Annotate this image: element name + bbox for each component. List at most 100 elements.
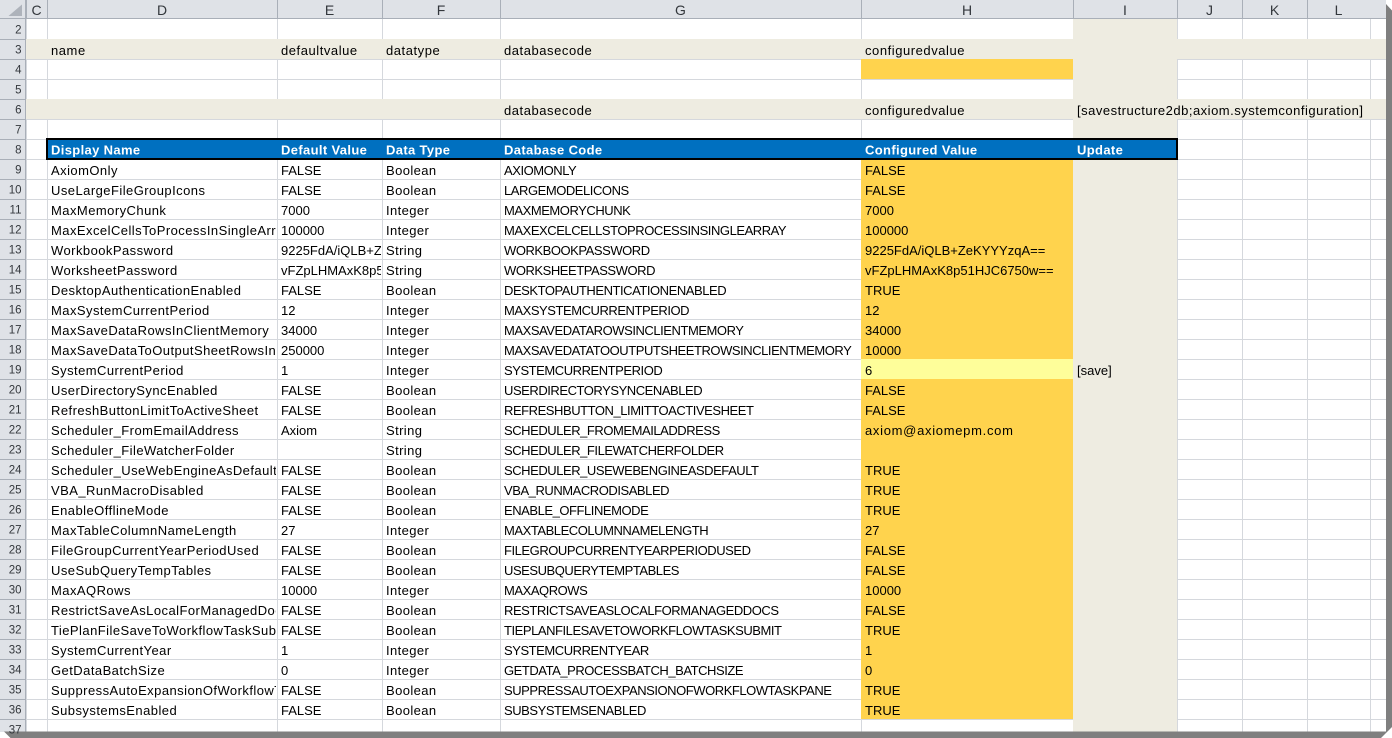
svg-text:Data Type: Data Type [386,142,450,157]
svg-text:String: String [386,263,422,278]
svg-text:FALSE: FALSE [281,483,322,498]
svg-text:UseSubQueryTempTables: UseSubQueryTempTables [51,563,212,578]
svg-text:FALSE: FALSE [865,383,906,398]
svg-text:databasecode: databasecode [504,103,592,118]
svg-text:Boolean: Boolean [386,163,437,178]
svg-text:FALSE: FALSE [281,283,322,298]
svg-text:SystemCurrentYear: SystemCurrentYear [51,643,172,658]
svg-text:configuredvalue: configuredvalue [865,103,965,118]
svg-text:10000: 10000 [865,343,901,358]
svg-text:MAXEXCELCELLSTOPROCESSINSINGLE: MAXEXCELCELLSTOPROCESSINSINGLEARRAY [504,223,787,238]
svg-text:15: 15 [9,285,22,297]
svg-text:Integer: Integer [386,343,430,358]
svg-text:36: 36 [9,705,22,717]
svg-text:16: 16 [9,305,22,317]
svg-text:MaxMemoryChunk: MaxMemoryChunk [51,203,166,218]
svg-text:27: 27 [865,523,879,538]
svg-text:Integer: Integer [386,643,430,658]
svg-text:FALSE: FALSE [281,603,322,618]
svg-text:17: 17 [9,325,22,337]
svg-text:Database Code: Database Code [504,142,602,157]
svg-text:12: 12 [281,303,295,318]
svg-text:SYSTEMCURRENTPERIOD: SYSTEMCURRENTPERIOD [504,363,662,378]
svg-text:Boolean: Boolean [386,383,437,398]
svg-text:Display Name: Display Name [51,142,140,157]
svg-text:FALSE: FALSE [281,623,322,638]
svg-text:5: 5 [15,85,21,97]
svg-text:LARGEMODELICONS: LARGEMODELICONS [504,183,630,198]
svg-text:Scheduler_FileWatcherFolder: Scheduler_FileWatcherFolder [51,443,235,458]
svg-text:FALSE: FALSE [281,563,322,578]
svg-text:String: String [386,243,422,258]
svg-text:MAXSAVEDATATOOUTPUTSHEETROWSIN: MAXSAVEDATATOOUTPUTSHEETROWSINCLIENTMEMO… [504,343,852,358]
svg-text:6: 6 [15,105,21,117]
svg-text:K: K [1270,2,1280,18]
svg-text:SubsystemsEnabled: SubsystemsEnabled [51,703,177,718]
svg-text:TRUE: TRUE [865,623,901,638]
svg-text:MaxSaveDataRowsInClientMemory: MaxSaveDataRowsInClientMemory [51,323,269,338]
svg-text:18: 18 [9,345,22,357]
svg-text:10: 10 [9,185,22,197]
svg-text:26: 26 [9,505,22,517]
svg-text:25: 25 [9,485,22,497]
svg-text:WORKSHEETPASSWORD: WORKSHEETPASSWORD [504,263,655,278]
svg-text:Boolean: Boolean [386,683,437,698]
svg-text:Boolean: Boolean [386,183,437,198]
svg-text:name: name [51,43,86,58]
svg-text:FALSE: FALSE [281,383,322,398]
svg-text:FALSE: FALSE [865,163,906,178]
svg-text:SCHEDULER_FILEWATCHERFOLDER: SCHEDULER_FILEWATCHERFOLDER [504,443,724,458]
svg-text:MaxTableColumnNameLength: MaxTableColumnNameLength [51,523,237,538]
svg-text:27: 27 [281,523,295,538]
svg-text:TRUE: TRUE [865,703,901,718]
svg-text:MAXAQROWS: MAXAQROWS [504,583,588,598]
svg-text:Boolean: Boolean [386,483,437,498]
svg-text:axiom@axiomepm.com: axiom@axiomepm.com [865,423,1014,438]
svg-text:6: 6 [865,363,872,378]
svg-text:Integer: Integer [386,303,430,318]
svg-text:WORKBOOKPASSWORD: WORKBOOKPASSWORD [504,243,650,258]
svg-text:9: 9 [15,165,21,177]
svg-text:TRUE: TRUE [865,503,901,518]
svg-text:Boolean: Boolean [386,403,437,418]
svg-text:WorksheetPassword: WorksheetPassword [51,263,178,278]
svg-text:AXIOMONLY: AXIOMONLY [504,163,577,178]
svg-text:12: 12 [9,225,22,237]
svg-text:String: String [386,443,422,458]
svg-text:SYSTEMCURRENTYEAR: SYSTEMCURRENTYEAR [504,643,649,658]
svg-text:VBA_RunMacroDisabled: VBA_RunMacroDisabled [51,483,204,498]
svg-text:RefreshButtonLimitToActiveShee: RefreshButtonLimitToActiveSheet [51,403,259,418]
svg-text:33: 33 [9,645,22,657]
svg-text:Integer: Integer [386,323,430,338]
svg-text:3: 3 [15,45,21,57]
svg-text:vFZpLHMAxK8p51HJC6750w==: vFZpLHMAxK8p51HJC6750w== [865,263,1054,278]
svg-text:9225FdA/iQLB+ZeKYYYzqA==: 9225FdA/iQLB+ZeKYYYzqA== [865,243,1045,258]
svg-text:H: H [962,2,972,18]
svg-text:31: 31 [9,605,22,617]
svg-text:35: 35 [9,685,22,697]
svg-text:L: L [1335,2,1343,18]
svg-text:Update: Update [1077,142,1123,157]
svg-text:Integer: Integer [386,583,430,598]
svg-text:29: 29 [9,565,22,577]
svg-text:27: 27 [9,525,22,537]
svg-text:1: 1 [281,363,288,378]
svg-text:USERDIRECTORYSYNCENABLED: USERDIRECTORYSYNCENABLED [504,383,702,398]
svg-text:10000: 10000 [865,583,901,598]
svg-text:FALSE: FALSE [865,603,906,618]
svg-text:Boolean: Boolean [386,463,437,478]
svg-text:MAXSYSTEMCURRENTPERIOD: MAXSYSTEMCURRENTPERIOD [504,303,689,318]
svg-text:GETDATA_PROCESSBATCH_BATCHSIZE: GETDATA_PROCESSBATCH_BATCHSIZE [504,663,744,678]
svg-text:SystemCurrentPeriod: SystemCurrentPeriod [51,363,184,378]
svg-text:defaultvalue: defaultvalue [281,43,358,58]
svg-text:DesktopAuthenticationEnabled: DesktopAuthenticationEnabled [51,283,241,298]
svg-text:TRUE: TRUE [865,283,901,298]
svg-text:100000: 100000 [865,223,908,238]
svg-text:FALSE: FALSE [281,543,322,558]
svg-text:4: 4 [15,65,22,77]
svg-text:19: 19 [9,365,22,377]
svg-text:databasecode: databasecode [504,43,592,58]
svg-text:F: F [437,2,446,18]
svg-text:MAXTABLECOLUMNNAMELENGTH: MAXTABLECOLUMNNAMELENGTH [504,523,708,538]
svg-text:7: 7 [15,125,21,137]
